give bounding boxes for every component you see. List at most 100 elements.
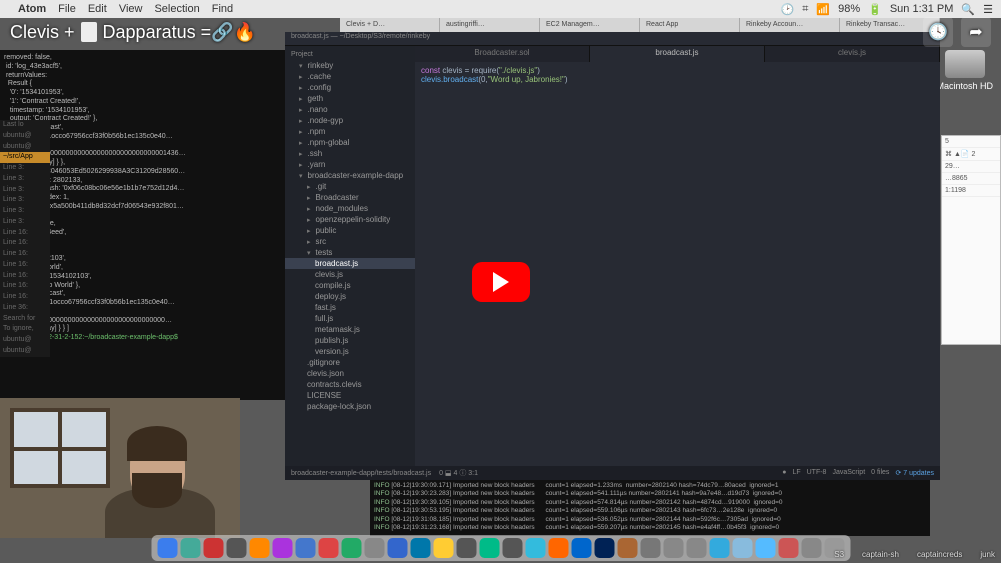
tree-folder[interactable]: .git bbox=[285, 181, 415, 192]
dock-app[interactable] bbox=[341, 538, 361, 558]
status-updates[interactable]: ⟳ 7 updates bbox=[895, 469, 934, 477]
desktop-label[interactable]: captain-sh bbox=[862, 550, 899, 559]
tree-file[interactable]: clevis.json bbox=[285, 368, 415, 379]
tree-folder[interactable]: .config bbox=[285, 82, 415, 93]
battery-icon[interactable]: 🔋 bbox=[868, 3, 882, 16]
editor-tab[interactable]: Broadcaster.sol bbox=[415, 46, 590, 62]
tree-file[interactable]: deploy.js bbox=[285, 291, 415, 302]
tree-folder[interactable]: .nano bbox=[285, 104, 415, 115]
notifications-icon[interactable]: ☰ bbox=[983, 3, 993, 16]
dock-app[interactable] bbox=[479, 538, 499, 558]
dock-app[interactable] bbox=[548, 538, 568, 558]
menu-app[interactable]: Atom bbox=[18, 3, 46, 15]
dock-app[interactable] bbox=[203, 538, 223, 558]
dock-app[interactable] bbox=[456, 538, 476, 558]
tree-folder[interactable]: public bbox=[285, 225, 415, 236]
status-files[interactable]: 0 files bbox=[871, 469, 889, 477]
tree-folder[interactable]: geth bbox=[285, 93, 415, 104]
dock-app[interactable] bbox=[410, 538, 430, 558]
tree-file[interactable]: LICENSE bbox=[285, 390, 415, 401]
tree-file[interactable]: full.js bbox=[285, 313, 415, 324]
tree-file[interactable]: contracts.clevis bbox=[285, 379, 415, 390]
editor-tab[interactable]: clevis.js bbox=[765, 46, 940, 62]
tree-file[interactable]: broadcast.js bbox=[285, 258, 415, 269]
clock[interactable]: Sun 1:31 PM bbox=[890, 3, 954, 15]
status-lf[interactable]: LF bbox=[792, 469, 800, 477]
tree-folder[interactable]: .npm-global bbox=[285, 137, 415, 148]
dock-app[interactable] bbox=[571, 538, 591, 558]
dock-app[interactable] bbox=[502, 538, 522, 558]
dock-app[interactable] bbox=[272, 538, 292, 558]
dock-app[interactable] bbox=[387, 538, 407, 558]
dock-app[interactable] bbox=[686, 538, 706, 558]
tree-folder[interactable]: .node-gyp bbox=[285, 115, 415, 126]
menu-find[interactable]: Find bbox=[212, 3, 233, 15]
tree-file[interactable]: version.js bbox=[285, 346, 415, 357]
tree-root[interactable]: rinkeby bbox=[285, 60, 415, 71]
finder-toolbar: 5 bbox=[942, 136, 1000, 148]
dock-app[interactable] bbox=[801, 538, 821, 558]
dock-app[interactable] bbox=[157, 538, 177, 558]
editor-tab[interactable]: broadcast.js bbox=[590, 46, 765, 62]
tree-folder[interactable]: src bbox=[285, 236, 415, 247]
geth-console[interactable]: INFO [08-12|19:30:09.171] Imported new b… bbox=[370, 480, 930, 536]
tree-folder[interactable]: openzeppelin-solidity bbox=[285, 214, 415, 225]
desktop-drive[interactable]: Macintosh HD bbox=[936, 50, 993, 91]
terminal-window-left[interactable]: removed: false, id: 'log_43e3acf5', retu… bbox=[0, 50, 285, 400]
dock-app[interactable] bbox=[755, 538, 775, 558]
wifi-icon[interactable]: 📶 bbox=[816, 3, 830, 16]
menu-edit[interactable]: Edit bbox=[88, 3, 107, 15]
share-icon[interactable]: ➦ bbox=[961, 17, 991, 47]
project-tree[interactable]: Project rinkeby .cache.configgeth.nano.n… bbox=[285, 46, 415, 466]
macos-dock[interactable] bbox=[151, 535, 850, 561]
tree-folder[interactable]: .yarn bbox=[285, 159, 415, 170]
menu-extra-icon[interactable]: ⌗ bbox=[802, 3, 808, 16]
dock-app[interactable] bbox=[180, 538, 200, 558]
tree-folder[interactable]: Broadcaster bbox=[285, 192, 415, 203]
tree-folder[interactable]: tests bbox=[285, 247, 415, 258]
menu-selection[interactable]: Selection bbox=[154, 3, 199, 15]
finder-window[interactable]: 5 ⌘ ▲📄 2 29… …8865 1:1198 bbox=[941, 135, 1001, 345]
gutter-line: ubuntu@ bbox=[0, 335, 50, 346]
tree-folder[interactable]: .cache bbox=[285, 71, 415, 82]
dock-app[interactable] bbox=[709, 538, 729, 558]
desktop-label[interactable]: S3 bbox=[834, 550, 844, 559]
menu-extra-icon[interactable]: 🕑 bbox=[780, 3, 794, 16]
tree-folder[interactable]: broadcaster-example-dapp bbox=[285, 170, 415, 181]
dock-app[interactable] bbox=[663, 538, 683, 558]
dock-app[interactable] bbox=[778, 538, 798, 558]
tree-folder[interactable]: node_modules bbox=[285, 203, 415, 214]
tree-file[interactable]: .gitignore bbox=[285, 357, 415, 368]
dock-app[interactable] bbox=[249, 538, 269, 558]
dock-app[interactable] bbox=[617, 538, 637, 558]
dock-app[interactable] bbox=[364, 538, 384, 558]
tree-folder[interactable]: .npm bbox=[285, 126, 415, 137]
dock-app[interactable] bbox=[226, 538, 246, 558]
tree-folder[interactable]: .ssh bbox=[285, 148, 415, 159]
dock-app[interactable] bbox=[732, 538, 752, 558]
tree-file[interactable]: package-lock.json bbox=[285, 401, 415, 412]
tree-file[interactable]: compile.js bbox=[285, 280, 415, 291]
youtube-play-button[interactable] bbox=[472, 262, 530, 302]
dock-app[interactable] bbox=[525, 538, 545, 558]
dock-app[interactable] bbox=[318, 538, 338, 558]
tree-file[interactable]: publish.js bbox=[285, 335, 415, 346]
desktop-label[interactable]: captaincreds bbox=[917, 550, 962, 559]
atom-editor-window[interactable]: broadcast.js — ~/Desktop/S3/remote/rinke… bbox=[285, 32, 940, 480]
terminal-gutter: Last loubuntu@ubuntu@~/src/AppLine 3:Lin… bbox=[0, 120, 50, 357]
status-enc[interactable]: UTF-8 bbox=[807, 469, 827, 477]
dock-app[interactable] bbox=[594, 538, 614, 558]
menu-view[interactable]: View bbox=[119, 3, 143, 15]
webcam-person bbox=[100, 418, 220, 538]
tree-file[interactable]: clevis.js bbox=[285, 269, 415, 280]
tree-file[interactable]: fast.js bbox=[285, 302, 415, 313]
spotlight-icon[interactable]: 🔍 bbox=[961, 3, 975, 16]
status-lang[interactable]: JavaScript bbox=[832, 469, 865, 477]
tree-file[interactable]: metamask.js bbox=[285, 324, 415, 335]
menu-file[interactable]: File bbox=[58, 3, 76, 15]
desktop-label[interactable]: junk bbox=[980, 550, 995, 559]
dock-app[interactable] bbox=[433, 538, 453, 558]
watch-later-icon[interactable]: 🕓 bbox=[923, 17, 953, 47]
dock-app[interactable] bbox=[640, 538, 660, 558]
dock-app[interactable] bbox=[295, 538, 315, 558]
